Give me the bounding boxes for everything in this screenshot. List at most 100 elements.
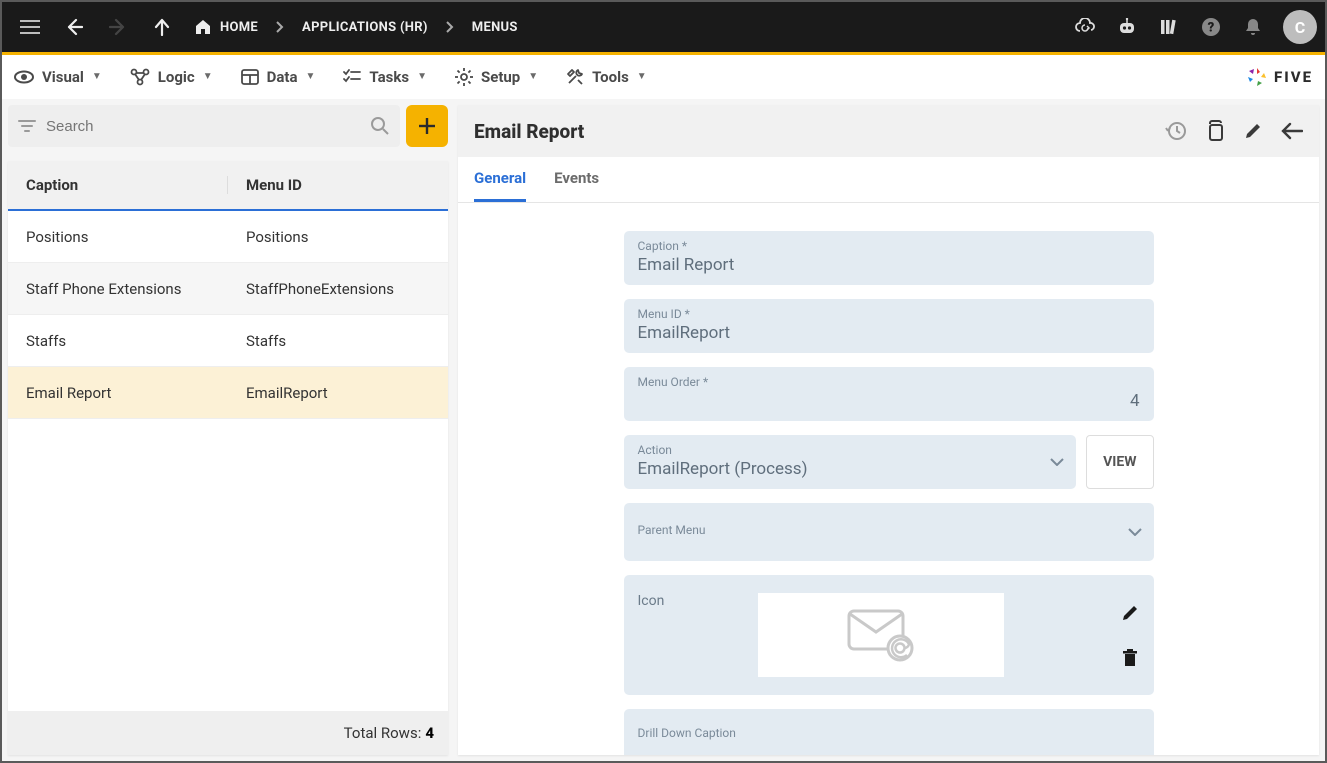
list-footer: Total Rows: 4: [8, 711, 448, 755]
menu-setup-label: Setup: [481, 68, 520, 86]
field-action[interactable]: Action EmailReport (Process): [624, 435, 1077, 489]
list-header: Caption Menu ID: [8, 161, 448, 211]
menu-data-label: Data: [267, 68, 298, 86]
field-menu-order[interactable]: Menu Order * 4: [624, 367, 1154, 421]
menu-tools[interactable]: Tools▼: [566, 68, 647, 86]
tab-general[interactable]: General: [474, 169, 526, 202]
search-icon[interactable]: [370, 116, 390, 136]
list-card: Caption Menu ID PositionsPositionsStaff …: [8, 161, 448, 755]
main-area: Caption Menu ID PositionsPositionsStaff …: [2, 99, 1325, 761]
view-button[interactable]: VIEW: [1086, 435, 1153, 489]
field-caption-value: Email Report: [638, 255, 1140, 275]
detail-title: Email Report: [474, 120, 584, 143]
icon-delete-button[interactable]: [1122, 649, 1138, 667]
eye-icon: [14, 70, 34, 84]
field-parent-menu[interactable]: Parent Menu: [624, 503, 1154, 561]
edit-icon[interactable]: [1243, 121, 1263, 141]
field-menu-order-value: 4: [638, 391, 1140, 411]
field-caption[interactable]: Caption * Email Report: [624, 231, 1154, 285]
breadcrumb-menus[interactable]: MENUS: [464, 20, 526, 35]
field-menu-id-value: EmailReport: [638, 323, 1140, 343]
menu-setup[interactable]: Setup▼: [455, 68, 538, 86]
menu-logic[interactable]: Logic▼: [130, 68, 213, 86]
help-icon[interactable]: ?: [1191, 7, 1231, 47]
field-icon: Icon: [624, 575, 1154, 695]
back-arrow-icon[interactable]: [1281, 122, 1303, 140]
detail-panel: Email Report General Events: [458, 105, 1319, 755]
breadcrumb-menus-label: MENUS: [472, 20, 518, 35]
table-row[interactable]: Email ReportEmailReport: [8, 367, 448, 419]
user-avatar[interactable]: C: [1283, 10, 1317, 44]
form-scroll[interactable]: Caption * Email Report Menu ID * EmailRe…: [458, 203, 1319, 755]
row-menuid: Positions: [228, 228, 448, 246]
filter-icon[interactable]: [18, 119, 36, 133]
table-row[interactable]: StaffsStaffs: [8, 315, 448, 367]
table-icon: [241, 69, 259, 85]
svg-text:?: ?: [1208, 21, 1215, 36]
bot-icon[interactable]: [1107, 7, 1147, 47]
checklist-icon: [343, 69, 361, 85]
row-caption: Staffs: [8, 332, 228, 350]
field-drill-down[interactable]: Drill Down Caption: [624, 709, 1154, 755]
footer-label: Total Rows:: [344, 724, 422, 742]
row-menuid: StaffPhoneExtensions: [228, 280, 448, 298]
search-input[interactable]: [46, 118, 370, 135]
back-icon[interactable]: [54, 7, 94, 47]
tools-icon: [566, 68, 584, 86]
table-row[interactable]: Staff Phone ExtensionsStaffPhoneExtensio…: [8, 263, 448, 315]
plus-icon: [417, 116, 437, 136]
row-menuid: Staffs: [228, 332, 448, 350]
view-button-label: VIEW: [1103, 454, 1136, 470]
brand-logo: FIVE: [1246, 66, 1313, 88]
top-bar: HOME APPLICATIONS (HR) MENUS ?: [2, 2, 1325, 52]
search-box[interactable]: [8, 105, 400, 147]
bell-icon[interactable]: [1233, 7, 1273, 47]
icon-preview: [758, 593, 1004, 677]
breadcrumb-applications-label: APPLICATIONS (HR): [302, 20, 428, 35]
icon-edit-button[interactable]: [1120, 603, 1140, 623]
col-menuid[interactable]: Menu ID: [228, 176, 448, 194]
logic-icon: [130, 68, 150, 86]
row-caption: Email Report: [8, 384, 228, 402]
table-row[interactable]: PositionsPositions: [8, 211, 448, 263]
chevron-right-icon: [440, 21, 460, 33]
menu-bar: Visual▼ Logic▼ Data▼ Tasks▼ Setup▼ Tools…: [2, 55, 1325, 99]
logo-icon: [1246, 66, 1268, 88]
forward-icon: [98, 7, 138, 47]
row-menuid: EmailReport: [228, 384, 448, 402]
row-caption: Staff Phone Extensions: [8, 280, 228, 298]
tabs: General Events: [458, 157, 1319, 203]
row-caption: Positions: [8, 228, 228, 246]
footer-value: 4: [425, 724, 434, 742]
avatar-letter: C: [1295, 18, 1305, 37]
copy-icon[interactable]: [1205, 120, 1225, 142]
field-menu-order-label: Menu Order *: [638, 375, 1140, 389]
field-caption-label: Caption *: [638, 239, 1140, 253]
menu-data[interactable]: Data▼: [241, 68, 316, 86]
field-action-label: Action: [638, 443, 1063, 457]
home-icon: [194, 19, 212, 35]
menu-visual-label: Visual: [42, 68, 84, 86]
history-icon[interactable]: [1165, 120, 1187, 142]
breadcrumb-applications[interactable]: APPLICATIONS (HR): [294, 20, 436, 35]
tab-events[interactable]: Events: [554, 169, 599, 202]
col-caption[interactable]: Caption: [8, 176, 228, 194]
field-menu-id[interactable]: Menu ID * EmailReport: [624, 299, 1154, 353]
up-icon[interactable]: [142, 7, 182, 47]
menu-visual[interactable]: Visual▼: [14, 68, 102, 86]
library-icon[interactable]: [1149, 7, 1189, 47]
field-action-value: EmailReport (Process): [638, 459, 1063, 479]
breadcrumb-home[interactable]: HOME: [186, 19, 266, 35]
add-button[interactable]: [406, 105, 448, 147]
field-menu-id-label: Menu ID *: [638, 307, 1140, 321]
menu-logic-label: Logic: [158, 68, 195, 86]
field-icon-label: Icon: [638, 593, 748, 609]
menu-tasks[interactable]: Tasks▼: [343, 68, 427, 86]
chevron-down-icon: [1128, 528, 1142, 536]
menu-tools-label: Tools: [592, 68, 629, 86]
cloud-sync-icon[interactable]: [1065, 7, 1105, 47]
chevron-down-icon: [1050, 458, 1064, 466]
detail-header: Email Report: [458, 105, 1319, 157]
logo-text: FIVE: [1274, 68, 1313, 86]
hamburger-icon[interactable]: [10, 7, 50, 47]
